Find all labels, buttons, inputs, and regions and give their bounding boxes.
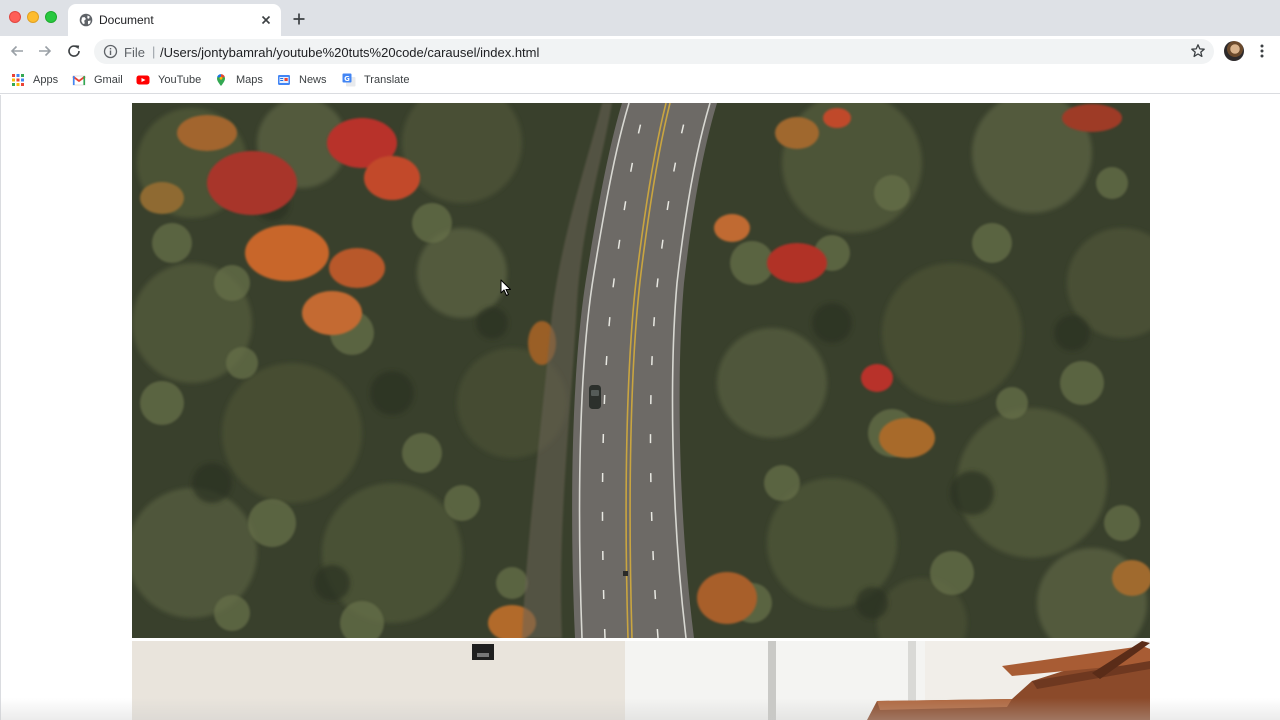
bookmark-news[interactable]: News: [277, 72, 327, 88]
bookmark-translate[interactable]: G Translate: [342, 72, 409, 88]
info-icon[interactable]: [103, 44, 118, 59]
bookmark-star-icon[interactable]: [1190, 43, 1206, 59]
new-tab-icon[interactable]: [292, 12, 306, 26]
bottom-edge-fade: [0, 698, 1280, 720]
browser-toolbar: File | /Users/jontybamrah/youtube%20tuts…: [0, 36, 1280, 66]
bookmark-label: Maps: [236, 74, 263, 86]
translate-icon: G: [342, 73, 356, 87]
bookmark-label: Gmail: [94, 74, 123, 86]
window-minimize-button[interactable]: [27, 11, 39, 23]
forward-arrow-icon[interactable]: [37, 43, 53, 59]
bookmark-label: Apps: [33, 74, 59, 86]
aerial-forest-road-photo: [132, 103, 1150, 638]
bookmark-label: YouTube: [158, 74, 202, 86]
maps-pin-icon: [217, 74, 225, 86]
bookmark-apps[interactable]: Apps: [11, 72, 58, 88]
bookmark-youtube[interactable]: YouTube: [136, 72, 201, 88]
address-bar[interactable]: File | /Users/jontybamrah/youtube%20tuts…: [94, 39, 1214, 64]
svg-text:G: G: [344, 75, 350, 83]
profile-avatar[interactable]: [1224, 41, 1244, 61]
tab-document[interactable]: Document: [68, 4, 281, 36]
more-menu-icon[interactable]: [1258, 43, 1266, 59]
tab-strip: Document: [0, 0, 1280, 36]
bookmark-gmail[interactable]: Gmail: [72, 72, 123, 88]
carousel-slide-forest: [132, 103, 1150, 638]
bookmark-label: News: [299, 74, 327, 86]
gmail-icon: [72, 75, 86, 86]
url-text[interactable]: /Users/jontybamrah/youtube%20tuts%20code…: [160, 45, 539, 60]
apps-grid-icon: [12, 74, 24, 86]
bookmark-label: Translate: [364, 74, 410, 86]
news-icon: [278, 75, 290, 85]
back-arrow-icon[interactable]: [9, 43, 25, 59]
close-icon[interactable]: [259, 13, 273, 27]
url-scheme-label: File: [124, 45, 145, 60]
url-separator: |: [152, 44, 156, 59]
youtube-icon: [136, 75, 150, 85]
globe-icon: [79, 13, 93, 27]
bookmark-maps[interactable]: Maps: [214, 72, 263, 88]
mouse-cursor-icon: [500, 279, 511, 296]
tab-title: Document: [99, 13, 154, 27]
bookmarks-bar: Apps Gmail YouTube Maps News G Translate: [0, 66, 1280, 94]
window-maximize-button[interactable]: [45, 11, 57, 23]
reload-icon[interactable]: [66, 43, 82, 59]
window-close-button[interactable]: [9, 11, 21, 23]
page-viewport: [0, 95, 1280, 720]
